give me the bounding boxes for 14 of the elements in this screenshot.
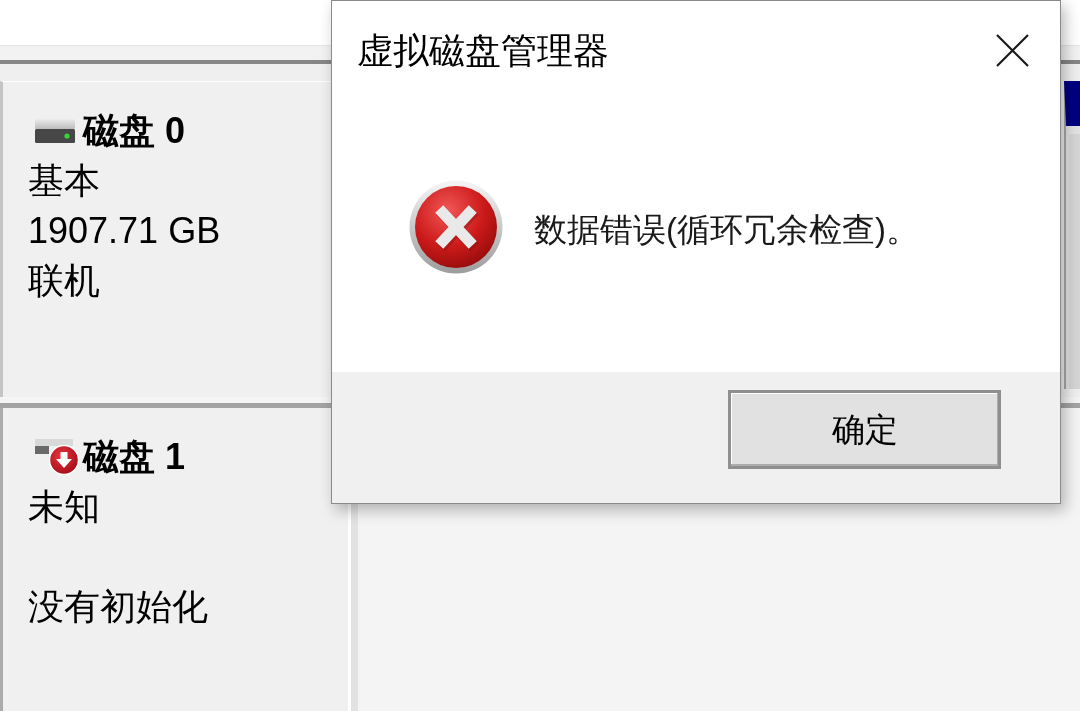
error-message: 数据错误(循环冗余检查)。 <box>534 210 919 250</box>
disk-status: 没有初始化 <box>28 585 208 629</box>
ok-button[interactable]: 确定 <box>728 390 1001 469</box>
drive-error-icon <box>35 439 79 475</box>
drive-icon <box>35 118 75 144</box>
disk-type: 基本 <box>28 159 100 203</box>
disk-type: 未知 <box>28 485 100 529</box>
disk-name: 磁盘 0 <box>83 109 186 153</box>
error-icon <box>409 180 503 274</box>
dialog-title: 虚拟磁盘管理器 <box>357 28 609 73</box>
disk-status: 联机 <box>28 259 100 303</box>
close-icon <box>995 34 1029 67</box>
disk-name: 磁盘 1 <box>83 435 186 479</box>
disk-size: 1907.71 GB <box>28 209 221 253</box>
